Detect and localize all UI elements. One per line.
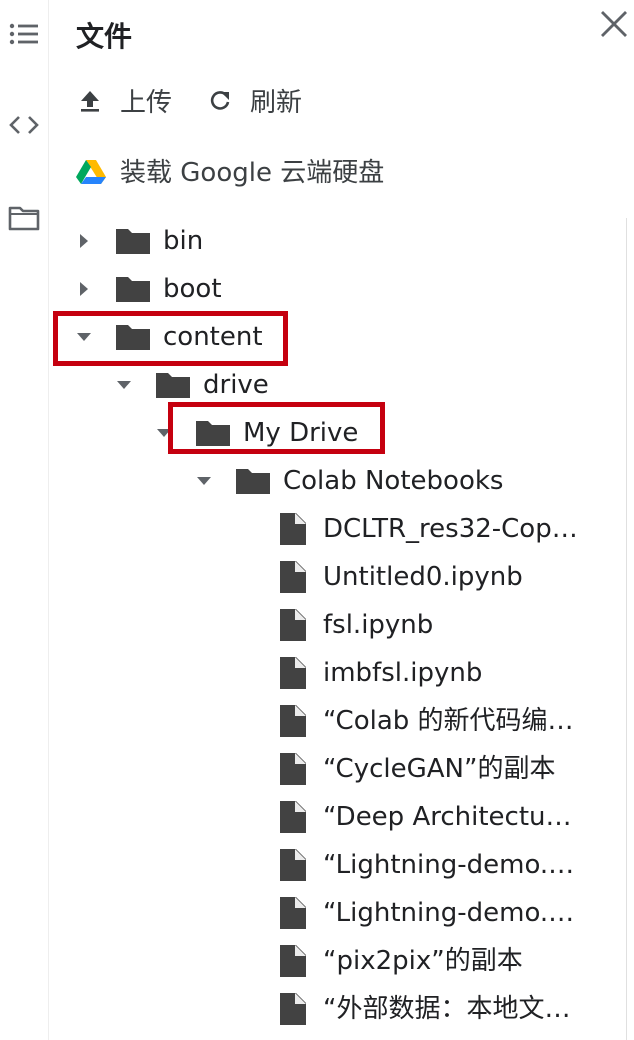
tree-item-label: imbfsl.ipynb <box>323 658 483 688</box>
file-icon <box>277 607 309 643</box>
tree-item-label: “Lightning-demo.ipynb… <box>323 898 578 928</box>
files-button[interactable] <box>4 200 44 240</box>
tree-file-row[interactable]: “外部数据：本地文件… <box>48 985 578 1033</box>
file-icon <box>277 895 309 931</box>
file-icon <box>277 703 309 739</box>
tree-file-row[interactable]: Untitled0.ipynb <box>48 553 578 601</box>
tree-item-label: bin <box>163 226 204 256</box>
upload-icon <box>78 88 104 114</box>
tree-item-label: “CycleGAN”的副本 <box>323 754 556 784</box>
tree-file-row[interactable]: “Deep Architectures.ip… <box>48 793 578 841</box>
folder-icon <box>235 467 271 495</box>
upload-label: 上传 <box>120 88 173 118</box>
caret-down-icon[interactable] <box>114 375 134 395</box>
caret-right-icon[interactable] <box>74 231 94 251</box>
file-icon <box>277 799 309 835</box>
tree-file-row[interactable]: “Lightning-demo.ipynb… <box>48 841 578 889</box>
table-of-contents-button[interactable] <box>4 16 44 56</box>
folder-icon <box>115 227 151 255</box>
tree-file-row[interactable]: imbfsl.ipynb <box>48 649 578 697</box>
tree-file-row[interactable]: “CycleGAN”的副本 <box>48 745 578 793</box>
caret-down-icon[interactable] <box>74 327 94 347</box>
files-panel-page: 文件 上传 刷新 装载 Google 云端硬盘 bin boot content… <box>0 0 634 1040</box>
mount-drive-label: 装载 Google 云端硬盘 <box>120 158 385 188</box>
folder-icon <box>195 419 231 447</box>
upload-button[interactable]: 上传 <box>78 82 172 119</box>
refresh-icon <box>208 89 234 113</box>
mount-drive-button[interactable]: 装载 Google 云端硬盘 <box>76 152 384 189</box>
tree-item-label: drive <box>203 370 269 400</box>
tree-item-label: “外部数据：本地文件… <box>323 994 578 1024</box>
refresh-button[interactable]: 刷新 <box>208 82 302 119</box>
tree-item-label: fsl.ipynb <box>323 610 434 640</box>
caret-right-icon[interactable] <box>74 279 94 299</box>
caret-down-icon[interactable] <box>154 423 174 443</box>
tree-item-label: “Deep Architectures.ip… <box>323 802 578 832</box>
tree-item-label: Untitled0.ipynb <box>323 562 523 592</box>
tree-file-row[interactable]: “Lightning-demo.ipynb… <box>48 889 578 937</box>
list-icon <box>8 22 40 50</box>
files-panel: 文件 上传 刷新 装载 Google 云端硬盘 bin boot content… <box>48 0 634 1040</box>
refresh-label: 刷新 <box>250 88 303 118</box>
tree-item-label: “Colab 的新代码编辑… <box>323 706 578 736</box>
file-icon <box>277 943 309 979</box>
folder-icon <box>115 275 151 303</box>
file-icon <box>277 751 309 787</box>
tree-folder-boot[interactable]: boot <box>48 265 578 313</box>
close-icon <box>599 9 629 43</box>
tree-item-label: content <box>163 322 263 352</box>
file-icon <box>277 655 309 691</box>
tree-file-row[interactable]: “pix2pix”的副本 <box>48 937 578 985</box>
tree-file-row[interactable]: DCLTR_res32-Copy1.ip… <box>48 505 578 553</box>
tree-folder-content[interactable]: content <box>48 313 578 361</box>
tree-file-row[interactable]: “Colab 的新代码编辑… <box>48 697 578 745</box>
tree-item-label: DCLTR_res32-Copy1.ip… <box>323 514 578 544</box>
tree-item-label: Colab Notebooks <box>283 466 504 496</box>
tree-item-label: My Drive <box>243 418 359 448</box>
tree-item-label: boot <box>163 274 222 304</box>
tree-divider <box>626 218 627 1040</box>
tree-folder-drive[interactable]: drive <box>48 361 578 409</box>
folder-outline-icon <box>8 205 40 235</box>
panel-title: 文件 <box>76 20 133 53</box>
file-icon <box>277 991 309 1027</box>
tree-folder-colab-notebooks[interactable]: Colab Notebooks <box>48 457 578 505</box>
code-icon <box>8 114 40 140</box>
tree-folder-bin[interactable]: bin <box>48 217 578 265</box>
code-snippets-button[interactable] <box>4 107 44 147</box>
tree-file-row[interactable]: fsl.ipynb <box>48 601 578 649</box>
file-icon <box>277 511 309 547</box>
file-icon <box>277 559 309 595</box>
caret-down-icon[interactable] <box>194 471 214 491</box>
google-drive-icon <box>76 158 106 184</box>
folder-icon <box>115 323 151 351</box>
tree-folder-my-drive[interactable]: My Drive <box>48 409 578 457</box>
tree-item-label: “Lightning-demo.ipynb… <box>323 850 578 880</box>
close-button[interactable] <box>596 8 632 44</box>
file-icon <box>277 847 309 883</box>
tree-item-label: “pix2pix”的副本 <box>323 946 523 976</box>
folder-icon <box>155 371 191 399</box>
sidebar-rail <box>0 0 48 1040</box>
